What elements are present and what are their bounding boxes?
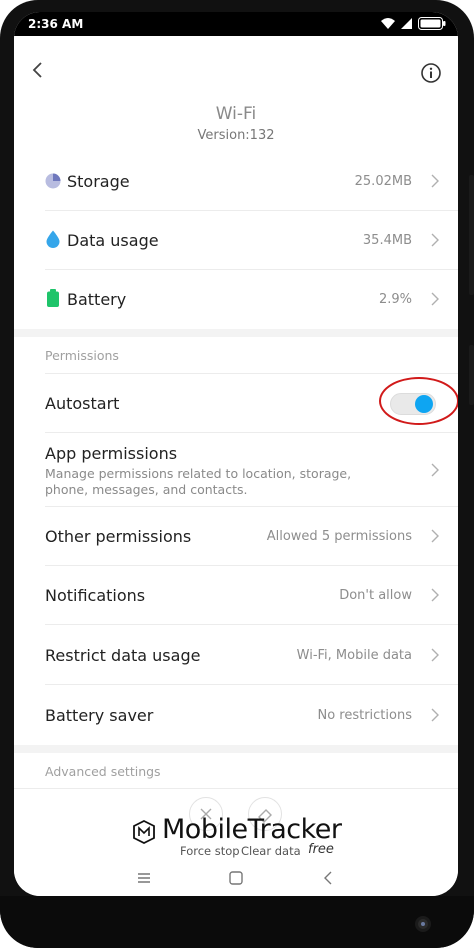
other-permissions-value: Allowed 5 permissions	[266, 529, 412, 544]
watermark-free: free	[308, 842, 334, 857]
data-usage-row[interactable]: Data usage 35.4MB	[45, 211, 458, 270]
info-icon[interactable]	[420, 62, 442, 84]
autostart-label: Autostart	[45, 394, 120, 413]
water-drop-icon	[46, 230, 60, 248]
advanced-settings-label: Advanced settings	[45, 764, 161, 779]
home-icon[interactable]	[228, 870, 244, 886]
other-permissions-row[interactable]: Other permissions Allowed 5 permissions	[45, 507, 458, 566]
navigation-bar	[14, 860, 458, 896]
annotation-ring	[379, 377, 458, 425]
clear-data-label: Clear data	[241, 844, 301, 858]
permissions-section-label: Permissions	[45, 348, 119, 363]
battery-saver-row[interactable]: Battery saver No restrictions	[45, 686, 458, 745]
battery-row[interactable]: Battery 2.9%	[45, 270, 458, 329]
battery-usage-icon	[47, 289, 59, 307]
chevron-right-icon	[431, 174, 439, 188]
menu-icon[interactable]	[136, 870, 152, 886]
app-info-header: Wi-Fi Version:132	[14, 36, 458, 156]
restrict-data-usage-row[interactable]: Restrict data usage Wi-Fi, Mobile data	[45, 626, 458, 685]
app-version: Version:132	[197, 128, 275, 143]
page-title: Wi-Fi	[215, 104, 257, 124]
force-stop-label: Force stop	[180, 844, 240, 858]
chevron-right-icon	[431, 708, 439, 722]
restrict-data-usage-label: Restrict data usage	[45, 646, 201, 665]
signal-icon	[401, 18, 412, 29]
status-icons	[380, 17, 446, 31]
back-nav-icon[interactable]	[320, 870, 336, 886]
notifications-row[interactable]: Notifications Don't allow	[45, 566, 458, 625]
storage-value: 25.02MB	[354, 174, 412, 189]
notifications-value: Don't allow	[339, 588, 412, 603]
chevron-right-icon	[431, 292, 439, 306]
screen: 2:36 AM Wi-Fi Version:132 Storage 25.02M…	[14, 12, 458, 896]
wifi-icon	[381, 18, 395, 29]
section-divider	[14, 329, 458, 337]
chevron-right-icon	[431, 463, 439, 477]
chevron-right-icon	[431, 529, 439, 543]
battery-label: Battery	[67, 290, 127, 309]
phone-frame: 2:36 AM Wi-Fi Version:132 Storage 25.02M…	[0, 0, 474, 948]
data-usage-value: 35.4MB	[362, 233, 412, 248]
status-bar: 2:36 AM	[14, 12, 458, 36]
volume-button	[469, 175, 474, 295]
app-permissions-label: App permissions	[45, 444, 178, 463]
data-usage-label: Data usage	[67, 231, 159, 250]
chevron-right-icon	[431, 588, 439, 602]
storage-row[interactable]: Storage 25.02MB	[45, 152, 458, 211]
chevron-right-icon	[431, 648, 439, 662]
battery-saver-label: Battery saver	[45, 706, 154, 725]
bottom-bezel	[0, 896, 474, 948]
watermark-text: MobileTracker	[162, 814, 342, 845]
power-button	[469, 345, 474, 405]
battery-icon	[418, 17, 446, 30]
status-time: 2:36 AM	[28, 17, 84, 31]
app-permissions-description: Manage permissions related to location, …	[45, 466, 352, 497]
notifications-label: Notifications	[45, 586, 146, 605]
section-divider	[14, 745, 458, 753]
chevron-right-icon	[431, 233, 439, 247]
storage-label: Storage	[67, 172, 130, 191]
storage-pie-icon	[45, 173, 61, 189]
back-button[interactable]	[28, 60, 48, 80]
camera-icon	[415, 916, 431, 932]
restrict-data-usage-value: Wi-Fi, Mobile data	[296, 648, 412, 663]
other-permissions-label: Other permissions	[45, 527, 192, 546]
battery-value: 2.9%	[378, 292, 412, 307]
battery-saver-value: No restrictions	[317, 708, 412, 723]
app-permissions-row[interactable]: App permissions Manage permissions relat…	[45, 433, 458, 507]
mobiletracker-logo-icon	[133, 820, 155, 844]
